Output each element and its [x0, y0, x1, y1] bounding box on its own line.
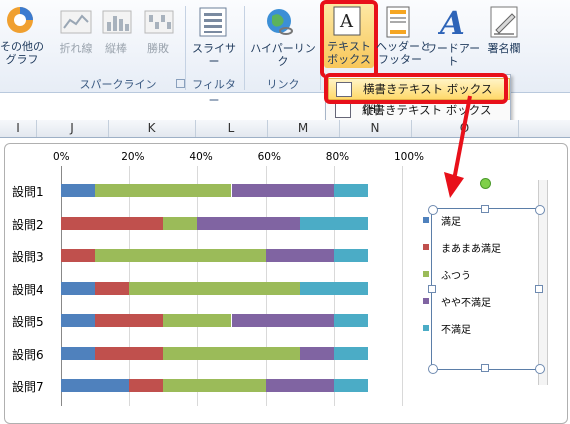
slicer-button[interactable]: スライサー — [188, 42, 240, 68]
legend-label: 不満足 — [441, 325, 471, 336]
category-label: 設問3 — [12, 250, 44, 264]
signature-line-button[interactable]: 署名欄 — [484, 42, 524, 55]
legend-swatch — [423, 271, 429, 277]
slicer-icon — [198, 6, 228, 42]
bar-segment[interactable] — [129, 379, 164, 392]
line-sparkline-icon — [60, 10, 92, 38]
bar-segment[interactable] — [61, 184, 96, 197]
category-label: 設問2 — [12, 217, 44, 232]
bar-segment[interactable] — [61, 379, 130, 392]
bar-segment[interactable] — [333, 249, 368, 262]
resize-handle[interactable] — [535, 285, 543, 293]
bar-segment[interactable] — [163, 314, 232, 327]
resize-handle[interactable] — [481, 364, 489, 372]
category-label: 設問7 — [12, 380, 44, 394]
bar-segment[interactable] — [333, 184, 368, 197]
category-label: 設問5 — [12, 315, 44, 329]
resize-handle[interactable] — [481, 205, 489, 213]
bar-segment[interactable] — [333, 314, 368, 327]
filter-group-label: フィルター — [192, 78, 236, 107]
hyperlink-button[interactable]: ハイパーリンク — [248, 42, 318, 68]
x-tick-label: 0% — [53, 151, 70, 163]
bar-segment[interactable] — [231, 184, 334, 197]
rotate-handle[interactable] — [480, 178, 491, 189]
x-gridline — [402, 166, 403, 406]
bar-segment[interactable] — [333, 346, 368, 360]
category-label: 設問6 — [12, 347, 44, 362]
sparkline-group-label: スパークライン — [79, 78, 157, 91]
textbox-highlight-box — [320, 0, 378, 78]
line-sparkline-button[interactable]: 折れ線 — [54, 42, 98, 55]
bar-segment[interactable] — [231, 314, 334, 327]
legend-swatch — [423, 244, 429, 250]
svg-text:A: A — [438, 4, 465, 38]
bar-segment[interactable] — [129, 281, 300, 295]
column-header-n[interactable]: N — [339, 120, 412, 137]
column-header-j[interactable]: J — [36, 120, 109, 137]
bar-segment[interactable] — [299, 281, 368, 295]
column-header-i[interactable]: I — [0, 120, 37, 137]
signature-line-icon — [490, 6, 520, 42]
bar-segment[interactable] — [61, 281, 96, 295]
column-header-l[interactable]: L — [195, 120, 268, 137]
legend-swatch — [423, 298, 429, 304]
category-label: 設問1 — [12, 185, 44, 199]
resize-handle[interactable] — [535, 205, 545, 215]
resize-handle[interactable] — [428, 364, 438, 374]
header-footer-button[interactable]: ヘッダーと フッター — [376, 40, 431, 66]
menu-highlight-box — [324, 73, 508, 104]
bar-segment[interactable] — [333, 379, 368, 392]
bar-segment[interactable] — [95, 184, 232, 197]
x-tick-label: 80% — [325, 151, 350, 163]
other-graph-button[interactable]: その他の グラフ — [0, 40, 44, 66]
bar-segment[interactable] — [61, 314, 96, 327]
bar-segment[interactable] — [61, 346, 96, 360]
wordart-icon: A — [437, 4, 466, 42]
x-tick-label: 60% — [257, 151, 281, 163]
legend-label: まあまあ満足 — [441, 244, 501, 255]
column-header-m[interactable]: M — [267, 120, 340, 137]
bar-segment[interactable] — [95, 346, 164, 360]
bar-segment[interactable] — [163, 346, 300, 360]
column-header-k[interactable]: K — [108, 120, 196, 137]
globe-link-icon — [264, 6, 296, 42]
bar-segment[interactable] — [265, 249, 334, 262]
winloss-sparkline-icon — [144, 10, 174, 38]
legend-label: やや不満足 — [441, 298, 491, 309]
legend-swatch — [423, 217, 429, 223]
column-sparkline-button[interactable]: 縦棒 — [96, 42, 136, 55]
legend-textbox[interactable] — [431, 208, 541, 370]
red-arrow-icon — [444, 95, 472, 198]
bar-segment[interactable] — [61, 249, 96, 262]
category-label: 設問4 — [12, 282, 44, 297]
legend-label: 満足 — [441, 217, 461, 228]
bar-segment[interactable] — [163, 379, 266, 392]
vertical-textbox-icon — [335, 103, 351, 118]
column-sparkline-icon — [102, 10, 132, 38]
legend-label: ふつう — [441, 271, 471, 282]
pie-chart-icon — [4, 4, 36, 36]
x-tick-label: 100% — [394, 151, 425, 163]
column-header-row: I J K L M N O — [0, 120, 570, 138]
header-footer-icon — [386, 6, 410, 42]
bar-segment[interactable] — [265, 379, 334, 392]
x-tick-label: 20% — [121, 151, 145, 163]
bar-segment[interactable] — [163, 216, 198, 230]
resize-handle[interactable] — [428, 285, 436, 293]
bar-segment[interactable] — [95, 249, 266, 262]
resize-handle[interactable] — [535, 364, 545, 374]
bar-segment[interactable] — [197, 216, 300, 230]
legend-swatch — [423, 325, 429, 331]
bar-segment[interactable] — [299, 346, 334, 360]
link-group-label: リンク — [266, 78, 300, 91]
bar-segment[interactable] — [299, 216, 368, 230]
bar-segment[interactable] — [61, 216, 164, 230]
dialog-launcher-icon[interactable] — [176, 79, 185, 88]
wordart-button[interactable]: ワードアート — [424, 42, 482, 68]
winloss-sparkline-button[interactable]: 勝敗 — [138, 42, 178, 55]
x-tick-label: 40% — [189, 151, 213, 163]
bar-segment[interactable] — [95, 281, 130, 295]
resize-handle[interactable] — [428, 205, 438, 215]
bar-segment[interactable] — [95, 314, 164, 327]
